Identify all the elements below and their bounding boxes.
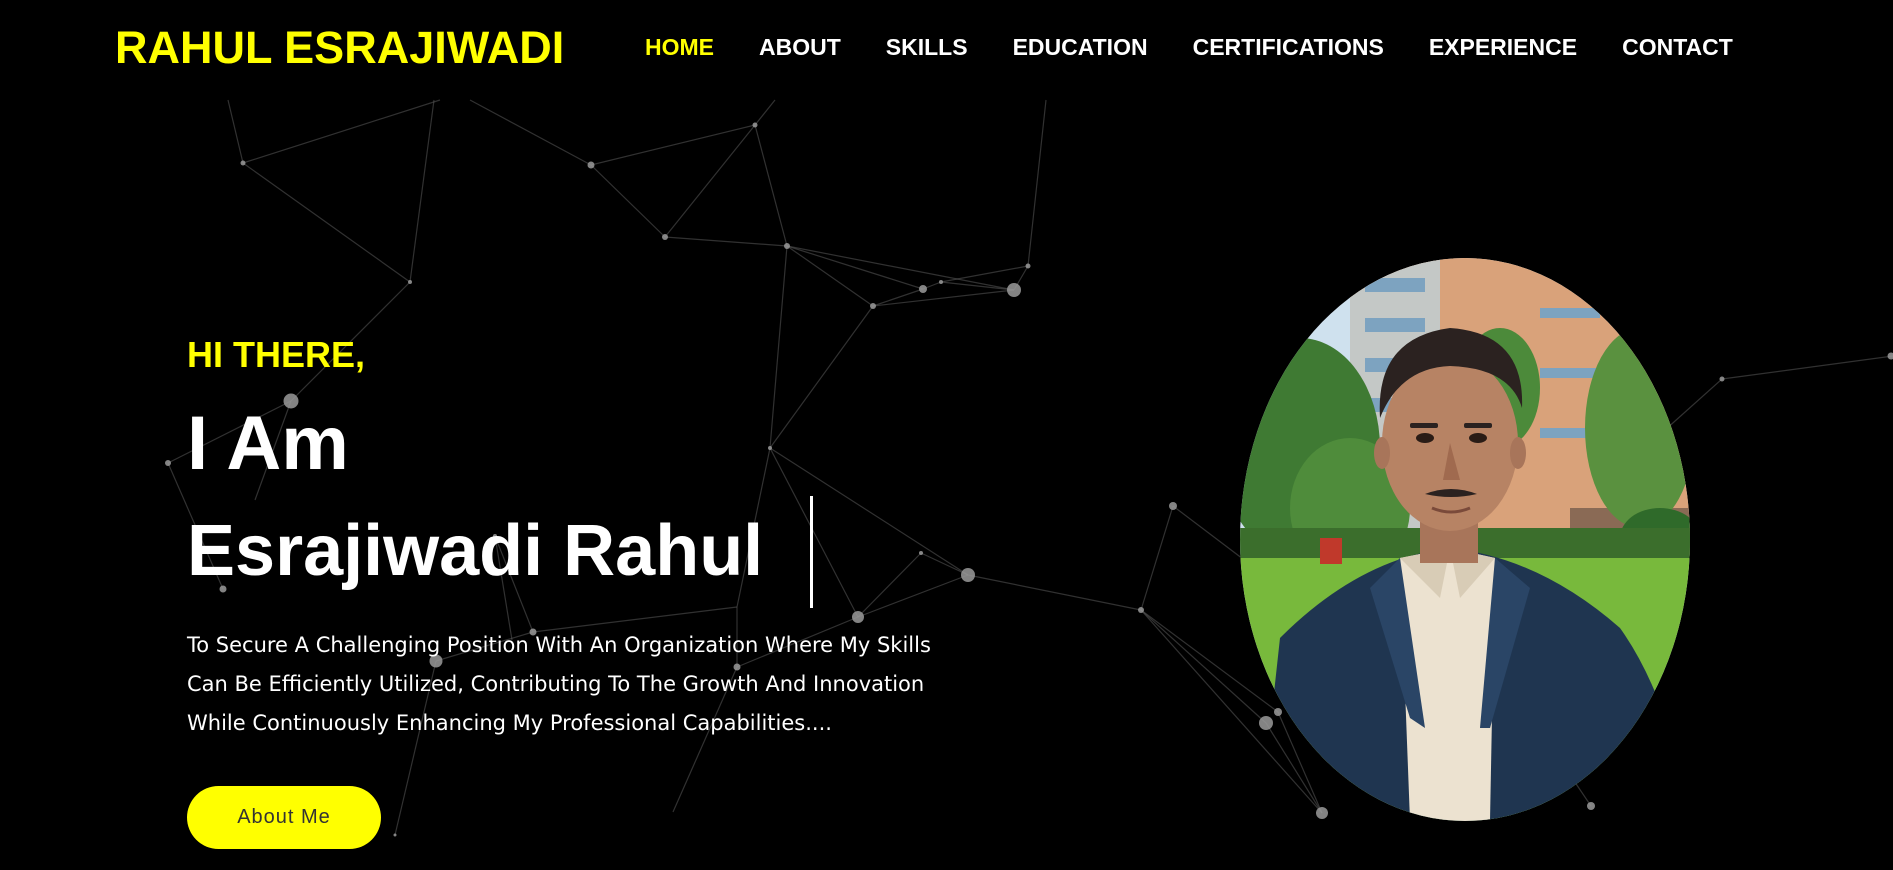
tagline-line: To Secure A Challenging Position With An… bbox=[187, 633, 931, 657]
about-me-button[interactable]: About Me bbox=[187, 786, 381, 849]
nav-skills[interactable]: SKILLS bbox=[886, 34, 968, 61]
hero-tagline: To Secure A Challenging Position With An… bbox=[187, 626, 947, 743]
profile-photo bbox=[1240, 258, 1690, 821]
hero-heading-intro: I Am bbox=[187, 401, 349, 486]
nav-certifications[interactable]: CERTIFICATIONS bbox=[1193, 34, 1384, 61]
nav-experience[interactable]: EXPERIENCE bbox=[1429, 34, 1577, 61]
typing-cursor bbox=[810, 496, 813, 608]
nav-menu: HOME ABOUT SKILLS EDUCATION CERTIFICATIO… bbox=[645, 34, 1778, 61]
tagline-line: Can Be Efficiently Utilized, Contributin… bbox=[187, 672, 925, 696]
tagline-line: While Continuously Enhancing My Professi… bbox=[187, 711, 832, 735]
navbar: RAHUL ESRAJIWADI HOME ABOUT SKILLS EDUCA… bbox=[0, 0, 1893, 95]
nav-about[interactable]: ABOUT bbox=[759, 34, 841, 61]
site-logo[interactable]: RAHUL ESRAJIWADI bbox=[115, 22, 564, 74]
hero-page: RAHUL ESRAJIWADI HOME ABOUT SKILLS EDUCA… bbox=[0, 0, 1893, 870]
hero-greeting: HI THERE, bbox=[187, 334, 366, 375]
hero-heading-name: Esrajiwadi Rahul bbox=[187, 511, 764, 591]
nav-contact[interactable]: CONTACT bbox=[1622, 34, 1733, 61]
nav-home[interactable]: HOME bbox=[645, 34, 714, 61]
nav-education[interactable]: EDUCATION bbox=[1013, 34, 1148, 61]
